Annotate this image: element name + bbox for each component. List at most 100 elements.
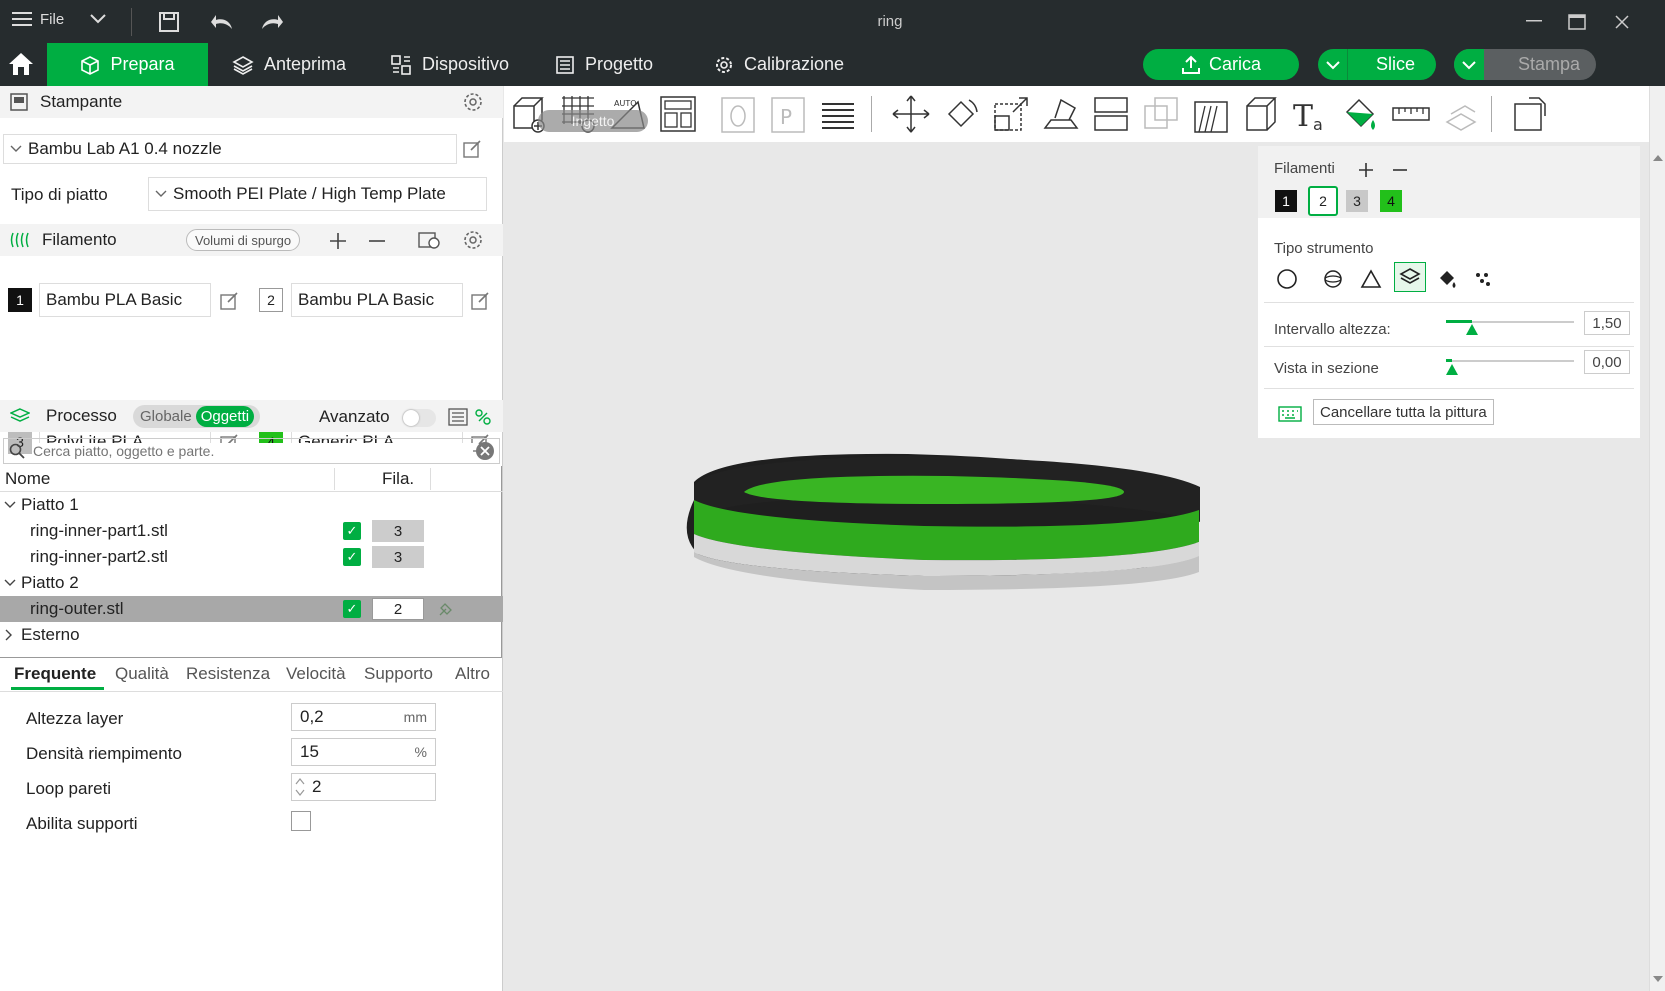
height-range-thumb[interactable] [1465,324,1478,335]
sphere-tool-icon[interactable] [1322,268,1344,290]
global-objects-toggle[interactable]: Globale Oggetti [133,405,260,428]
edit-filament-2-icon[interactable] [470,291,490,311]
checkbox-checked-icon[interactable]: ✓ [343,522,361,540]
toggle-global[interactable]: Globale [133,408,192,425]
maximize-icon[interactable] [1568,14,1586,30]
sync-filament-icon[interactable] [418,230,440,250]
paint-filament-2[interactable]: 2 [1308,186,1338,216]
tree-object-inner-part1[interactable]: ring-inner-part1.stl ✓ 3 [0,518,503,544]
rotate-icon[interactable] [941,94,981,134]
lay-on-face-icon[interactable] [1041,94,1081,134]
seam-paint-icon[interactable] [1241,94,1281,134]
scroll-down-icon[interactable] [1653,975,1663,983]
filament-2-select[interactable]: Bambu PLA Basic [291,283,463,317]
support-paint-icon[interactable] [1191,94,1231,134]
expand-chevron-icon[interactable] [4,579,16,587]
scale-icon[interactable] [991,94,1031,134]
tab-frequente[interactable]: Frequente [14,664,96,684]
tab-dispositivo[interactable]: Dispositivo [372,43,527,86]
clear-paint-button[interactable]: Cancellare tutta la pittura [1313,399,1494,425]
tab-altro[interactable]: Altro [455,664,490,684]
keyboard-shortcuts-icon[interactable] [1278,406,1302,422]
fill-tool-icon[interactable] [1436,268,1458,290]
boolean-icon[interactable] [1141,94,1181,134]
variable-layer-icon[interactable] [818,94,858,134]
scroll-up-icon[interactable] [1653,154,1663,162]
printer-select[interactable]: Bambu Lab A1 0.4 nozzle [3,134,457,164]
remove-filament-icon[interactable] [368,232,386,250]
filament-cell[interactable]: 3 [372,520,424,542]
tree-object-inner-part2[interactable]: ring-inner-part2.stl ✓ 3 [0,544,503,570]
compare-icon[interactable] [474,408,492,426]
walls-stepper[interactable]: 2 [291,773,436,801]
filament-cell[interactable]: 2 [372,598,424,620]
tab-calibrazione[interactable]: Calibrazione [696,43,862,86]
slice-dropdown-icon[interactable] [1318,49,1348,80]
infill-input[interactable]: 15 % [291,738,436,766]
tab-qualita[interactable]: Qualità [115,664,169,684]
printer-settings-icon[interactable] [463,92,483,112]
toggle-objects[interactable]: Oggetti [195,406,255,427]
split-objects-icon[interactable] [718,94,758,134]
minimize-icon[interactable] [1526,20,1542,22]
edit-printer-icon[interactable] [462,139,482,159]
stampa-button[interactable]: Stampa [1454,49,1596,80]
move-icon[interactable] [891,94,931,134]
circle-tool-icon[interactable] [1276,268,1298,290]
tab-supporto[interactable]: Supporto [364,664,433,684]
measure-icon[interactable] [1391,94,1431,134]
vertical-scrollbar[interactable] [1649,86,1665,991]
tab-anteprima[interactable]: Anteprima [214,43,364,86]
triangle-tool-icon[interactable] [1360,268,1382,290]
text-tool-icon[interactable]: Ta [1291,94,1331,134]
height-range-input[interactable]: 1,50 [1584,311,1630,335]
tree-object-outer[interactable]: ring-outer.stl ✓ 2 [0,596,503,622]
tab-progetto[interactable]: Progetto [537,43,671,86]
tab-resistenza[interactable]: Resistenza [186,664,270,684]
plate-type-select[interactable]: Smooth PEI Plate / High Temp Plate [148,177,487,211]
section-view-thumb[interactable] [1446,364,1459,375]
paint-brush-icon[interactable] [437,600,455,618]
gap-fill-tool-icon[interactable] [1472,268,1494,290]
search-input[interactable] [33,443,473,459]
stepper-arrows-icon[interactable] [294,776,306,798]
tree-external[interactable]: Esterno [0,622,503,648]
paint-filament-1[interactable]: 1 [1275,190,1297,212]
tree-plate-2[interactable]: Piatto 2 [0,570,503,596]
supports-checkbox[interactable] [291,811,311,831]
modifier-parts-icon[interactable] [1511,94,1551,134]
remove-paint-filament-icon[interactable] [1392,162,1408,178]
tab-velocita[interactable]: Velocità [286,664,346,684]
filament-1-select[interactable]: Bambu PLA Basic [39,283,211,317]
arrange-icon[interactable] [658,94,698,134]
tab-prepara[interactable]: Prepara [47,43,208,86]
slice-button[interactable]: Slice [1318,49,1436,80]
layer-height-input[interactable]: 0,2 mm [291,703,436,731]
list-view-icon[interactable] [448,408,468,426]
paint-filament-4[interactable]: 4 [1380,190,1402,212]
filament-settings-icon[interactable] [463,230,483,250]
height-range-tool-icon[interactable] [1394,262,1426,292]
section-view-input[interactable]: 0,00 [1584,350,1630,374]
advanced-switch[interactable] [402,409,436,427]
carica-button[interactable]: Carica [1143,49,1299,80]
checkbox-checked-icon[interactable]: ✓ [343,548,361,566]
stampa-dropdown-icon[interactable] [1454,49,1484,80]
assembly-icon[interactable] [1441,94,1481,134]
section-view-slider[interactable] [1446,360,1574,362]
add-paint-filament-icon[interactable] [1358,162,1374,178]
close-icon[interactable] [1614,14,1630,30]
paint-filament-3[interactable]: 3 [1346,190,1368,212]
add-filament-icon[interactable] [329,232,347,250]
tree-plate-1[interactable]: Piatto 1 [0,492,503,518]
clear-search-icon[interactable] [475,441,495,461]
filament-cell[interactable]: 3 [372,546,424,568]
purge-volumes-button[interactable]: Volumi di spurgo [186,229,301,251]
color-paint-icon[interactable] [1341,94,1381,134]
checkbox-checked-icon[interactable]: ✓ [343,600,361,618]
home-icon[interactable] [8,52,34,76]
expand-chevron-right-icon[interactable] [5,629,13,641]
object-search[interactable] [3,438,500,464]
cut-icon[interactable] [1091,94,1131,134]
edit-filament-1-icon[interactable] [219,291,239,311]
